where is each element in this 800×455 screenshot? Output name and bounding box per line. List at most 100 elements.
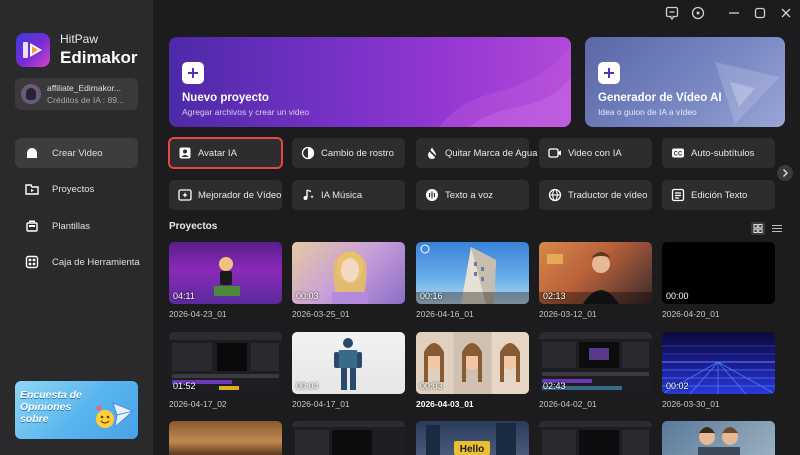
project-thumbnail[interactable]: 00:00 <box>662 242 775 304</box>
logo-icon <box>23 42 42 58</box>
project-thumbnail[interactable]: 00:16 <box>416 242 529 304</box>
tool-traductor-de-video[interactable]: Traductor de vídeo <box>539 180 652 210</box>
project-thumbnail[interactable]: 04:11 <box>169 242 282 304</box>
sidebar-item-plantillas[interactable]: Plantillas <box>15 211 138 241</box>
ai-credits: Créditos de IA : 89... <box>47 95 125 105</box>
tool-edicion-texto[interactable]: Edición Texto <box>662 180 775 210</box>
enhancer-icon <box>178 189 192 201</box>
tool-label: IA Música <box>321 190 363 201</box>
survey-promo-banner[interactable]: Encuesta de Opiniones sobre <box>15 381 138 439</box>
project-thumbnail[interactable]: 00:03 <box>416 332 529 394</box>
help-icon[interactable] <box>691 6 705 20</box>
sidebar-item-label: Crear Video <box>52 148 103 159</box>
duration-label: 02:13 <box>543 291 566 301</box>
promo-text: Encuesta de Opiniones sobre <box>20 389 82 425</box>
tool-cambio-de-rostro[interactable]: Cambio de rostro <box>292 138 405 168</box>
brand-name-line1: HitPaw <box>60 32 99 46</box>
tool-label: Video con IA <box>568 148 622 159</box>
project-name: 2026-04-20_01 <box>662 309 720 319</box>
couple-photo-image <box>698 427 740 455</box>
sidebar-item-label: Plantillas <box>52 221 91 232</box>
tool-label: Edición Texto <box>691 190 748 201</box>
ai-video-generator-card[interactable]: Generador de Vídeo AI Idea o guion de IA… <box>585 37 785 127</box>
project-thumbnail[interactable] <box>662 421 775 455</box>
tool-label: Mejorador de Vídeo <box>198 190 282 201</box>
svg-text:CC: CC <box>674 152 683 158</box>
project-name: 2026-03-25_01 <box>292 309 350 319</box>
translate-icon <box>548 188 562 202</box>
tool-video-con-ia[interactable]: Video con IA <box>539 138 652 168</box>
template-icon <box>26 220 38 232</box>
feedback-icon[interactable] <box>665 6 679 20</box>
tool-label: Avatar IA <box>198 148 237 159</box>
tool-auto-subtitulos[interactable]: CC Auto-subtítulos <box>662 138 775 168</box>
avatar <box>21 84 41 104</box>
grid-view-icon[interactable] <box>751 222 765 235</box>
tool-quitar-marca-de-agua[interactable]: Quitar Marca de Agua <box>416 138 537 168</box>
project-thumbnail[interactable]: 02:43 <box>539 332 652 394</box>
project-thumbnail[interactable]: 00:02 <box>662 332 775 394</box>
duration-label: 00:03 <box>296 291 319 301</box>
duration-label: 00:02 <box>666 381 689 391</box>
svg-text:Hello: Hello <box>460 444 484 455</box>
chevron-right-icon <box>783 169 788 177</box>
tool-label: Quitar Marca de Agua <box>445 148 538 159</box>
user-name: affiliate_Edimakor... <box>47 83 122 93</box>
project-name: 2026-03-30_01 <box>662 399 720 409</box>
maximize-icon[interactable] <box>753 6 767 20</box>
project-thumbnail[interactable] <box>292 421 405 455</box>
project-thumbnail[interactable] <box>169 421 282 455</box>
toolbox-icon <box>25 255 39 269</box>
add-icon <box>598 62 620 84</box>
sidebar-item-caja-de-herramienta[interactable]: Caja de Herramienta <box>15 247 140 277</box>
project-name: 2026-04-02_01 <box>539 399 597 409</box>
ai-generator-subtitle: Idea o guion de IA a vídeo <box>598 107 697 117</box>
project-name: 2026-04-23_01 <box>169 309 227 319</box>
tool-ia-musica[interactable]: IA Música <box>292 180 405 210</box>
duration-label: 00:16 <box>420 291 443 301</box>
sidebar: HitPaw Edimakor affiliate_Edimakor... Cr… <box>0 0 153 455</box>
project-name: 2026-03-12_01 <box>539 309 597 319</box>
new-project-card[interactable]: Nuevo proyecto Agregar archivos y crear … <box>169 37 571 127</box>
project-name: 2026-04-17_02 <box>169 399 227 409</box>
send-survey-icon <box>96 402 134 429</box>
brand-name-line2: Edimakor <box>60 48 138 67</box>
ai-video-icon <box>548 148 561 158</box>
app-logo <box>16 33 50 67</box>
sidebar-item-crear-video[interactable]: Crear Video <box>15 138 138 168</box>
tool-mejorador-de-video[interactable]: Mejorador de Vídeo <box>169 180 282 210</box>
editor-screenshot-image <box>539 421 652 455</box>
city-sign-image: Hello <box>426 423 516 455</box>
project-thumbnail[interactable]: 00:04 <box>292 332 405 394</box>
duration-label: 02:43 <box>543 381 566 391</box>
minimize-icon[interactable] <box>727 6 741 20</box>
duration-label: 01:52 <box>173 381 196 391</box>
projects-section-title: Proyectos <box>169 221 218 232</box>
project-thumbnail[interactable]: Hello <box>416 421 529 455</box>
video-icon <box>27 148 37 158</box>
project-thumbnail[interactable]: 01:52 <box>169 332 282 394</box>
duration-label: 04:11 <box>173 291 195 301</box>
watermark-remove-icon <box>426 147 438 159</box>
tool-label: Texto a voz <box>445 190 494 201</box>
new-project-subtitle: Agregar archivos y crear un video <box>182 107 310 117</box>
new-project-title: Nuevo proyecto <box>182 92 269 104</box>
tts-icon <box>426 189 438 201</box>
tool-texto-a-voz[interactable]: Texto a voz <box>416 180 529 210</box>
add-icon <box>182 62 204 84</box>
text-edit-icon <box>671 188 685 202</box>
close-icon[interactable] <box>779 6 793 20</box>
user-account-card[interactable]: affiliate_Edimakor... Créditos de IA : 8… <box>15 78 138 110</box>
music-icon <box>303 189 314 200</box>
list-view-icon[interactable] <box>770 222 784 235</box>
decorative-wave <box>439 47 571 127</box>
tool-avatar-ia[interactable]: Avatar IA <box>168 137 283 169</box>
project-thumbnail[interactable]: 02:13 <box>539 242 652 304</box>
cc-icon: CC <box>672 148 684 158</box>
tool-label: Auto-subtítulos <box>691 148 755 159</box>
project-thumbnail[interactable] <box>539 421 652 455</box>
sidebar-item-proyectos[interactable]: Proyectos <box>15 174 138 204</box>
tools-scroll-right-button[interactable] <box>777 165 793 181</box>
editor-screenshot-image <box>292 421 405 455</box>
project-thumbnail[interactable]: 00:03 <box>292 242 405 304</box>
